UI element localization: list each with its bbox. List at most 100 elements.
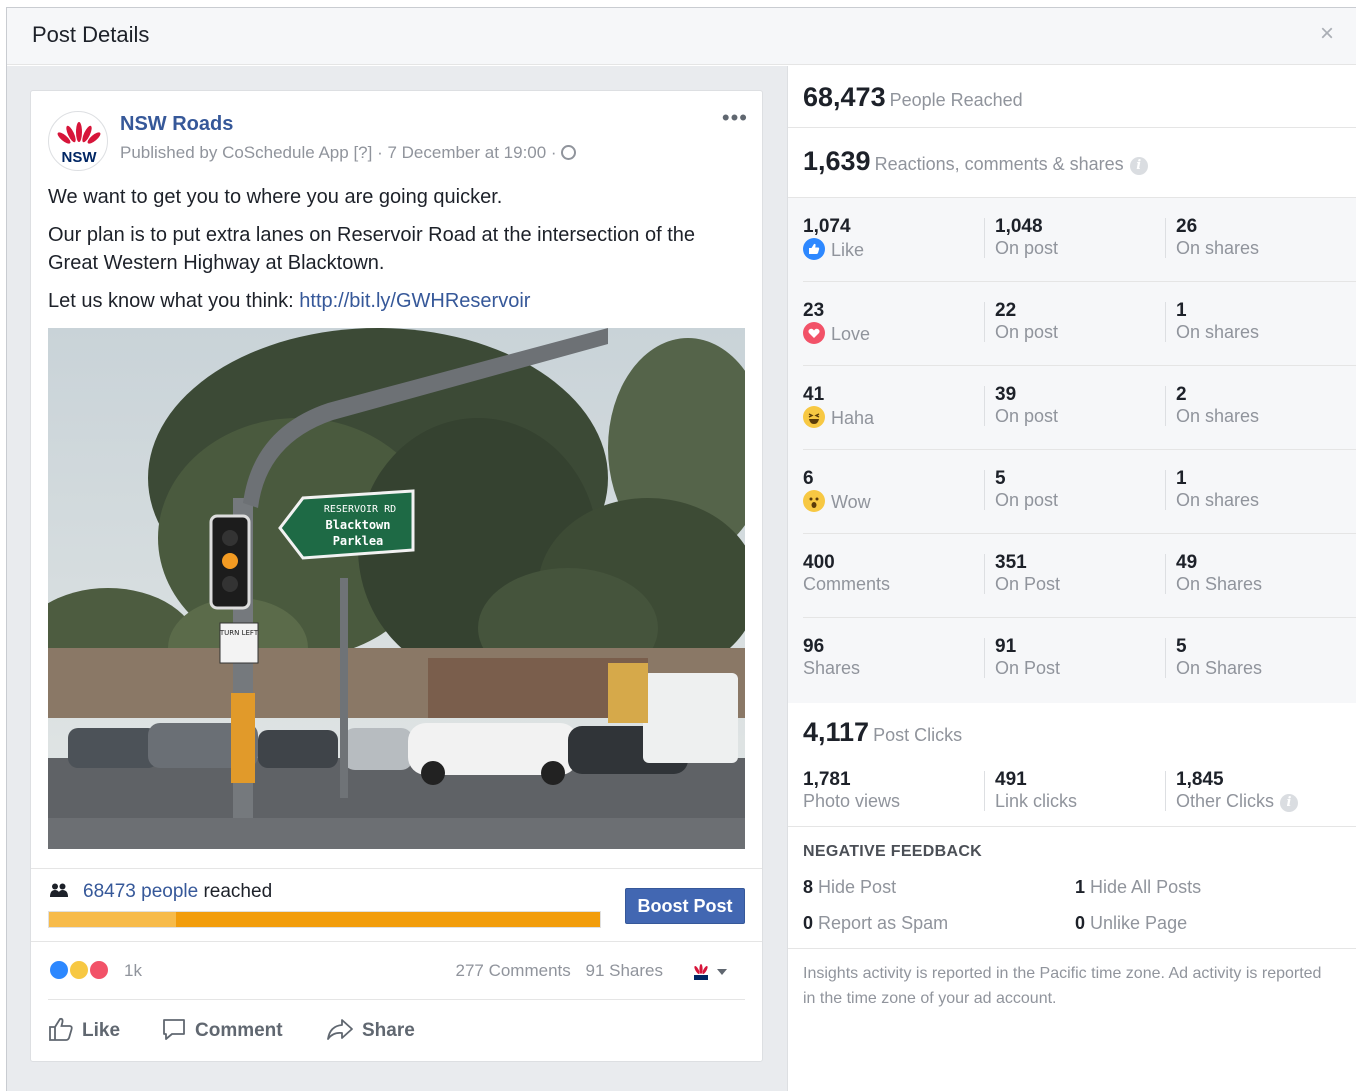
stat-total-value: 6 (803, 468, 814, 489)
column-divider (1165, 386, 1166, 426)
column-divider (1165, 554, 1166, 594)
reach-bar-organic (49, 912, 176, 927)
reach-count-link[interactable]: 68473 people (83, 881, 198, 902)
stat-on-shares-value: 2 (1176, 384, 1187, 405)
engagement-value: 1,639 (803, 146, 871, 176)
stat-on-shares-label: On shares (1176, 322, 1260, 342)
wow-glyph-icon (809, 497, 819, 508)
column-divider (1165, 470, 1166, 510)
boost-post-button[interactable]: Boost Post (625, 888, 745, 924)
stat-total-value: 96 (803, 636, 825, 657)
stat-on-shares: 49 On Shares (1176, 552, 1262, 595)
more-options-icon[interactable]: ••• (722, 105, 748, 131)
column-divider (984, 302, 985, 342)
stat-on-shares-label: On Shares (1176, 658, 1263, 678)
info-icon[interactable]: i (1129, 157, 1148, 175)
shares-count-link[interactable]: 91 Shares (586, 961, 664, 980)
report-spam-stat: 0 Report as Spam (803, 913, 948, 934)
stat-total-value: 23 (803, 300, 825, 321)
haha-icon (803, 406, 825, 428)
stat-on-post-value: 39 (995, 384, 1017, 405)
stat-on-post-value: 22 (995, 300, 1017, 321)
stat-row-love: 23 Love 22 On post 1 On shares (788, 282, 1356, 366)
stat-on-post: 351 On Post (995, 552, 1060, 595)
stat-on-post: 5 On post (995, 468, 1058, 511)
stat-on-shares: 1 On shares (1176, 300, 1259, 343)
people-reached-label: People Reached (889, 90, 1023, 110)
info-icon[interactable]: i (1280, 794, 1299, 812)
close-icon[interactable]: × (1320, 22, 1334, 46)
post-link[interactable]: http://bit.ly/GWHReservoir (299, 290, 530, 312)
sign-line-2: Blacktown (325, 518, 390, 532)
street-photo: TURN LEFT RESERVOIR RD Blacktown Parklea (48, 328, 745, 849)
stat-on-shares: 2 On shares (1176, 384, 1259, 427)
comment-icon (163, 1019, 185, 1040)
avatar-text: NSW (62, 149, 98, 166)
stat-on-post-label: On post (995, 490, 1059, 510)
column-divider (1165, 302, 1166, 342)
negative-feedback-title: NEGATIVE FEEDBACK (803, 843, 983, 860)
stat-on-post-label: On Post (995, 574, 1061, 594)
post-photo[interactable]: TURN LEFT RESERVOIR RD Blacktown Parklea (48, 328, 745, 849)
share-button[interactable]: Share (326, 1016, 415, 1042)
page-selector[interactable] (691, 961, 731, 983)
thumbs-up-icon (49, 1017, 73, 1041)
stat-total: 96 Shares (803, 636, 860, 679)
stat-on-post-value: 5 (995, 468, 1006, 489)
other-clicks-label: Other Clicks (1176, 791, 1275, 811)
like-button-label: Like (82, 1020, 121, 1041)
thumb-glyph-icon (809, 243, 820, 254)
love-icon (88, 959, 110, 981)
stat-on-post-label: On Post (995, 658, 1061, 678)
reach-suffix: reached (203, 881, 273, 902)
stat-total: 23 Love (803, 300, 870, 345)
post-paragraph: Our plan is to put extra lanes on Reserv… (48, 224, 696, 274)
stat-name: Love (831, 324, 871, 344)
link-clicks-value: 491 (995, 769, 1027, 790)
post-paragraph: Let us know what you think: http://bit.l… (48, 287, 738, 315)
stat-on-post: 22 On post (995, 300, 1058, 343)
hide-post-label: Hide Post (818, 877, 897, 897)
share-button-label: Share (362, 1020, 415, 1041)
reaction-count[interactable]: 1k (124, 961, 142, 981)
page-avatar[interactable]: NSW (48, 111, 108, 171)
photo-views-value: 1,781 (803, 769, 851, 790)
like-button[interactable]: Like (48, 1016, 120, 1042)
reach-row: 68473 people reached Boost Post (48, 881, 745, 931)
stat-on-shares: 26 On shares (1176, 216, 1259, 259)
column-divider (984, 218, 985, 258)
heart-glyph-icon (808, 328, 820, 338)
page-name-link[interactable]: NSW Roads (120, 113, 233, 136)
column-divider (1165, 638, 1166, 678)
stat-total-label: Love (803, 322, 870, 345)
stat-on-shares: 1 On shares (1176, 468, 1259, 511)
comments-count-link[interactable]: 277 Comments (455, 961, 570, 980)
stat-on-post-value: 351 (995, 552, 1027, 573)
stat-on-shares-value: 49 (1176, 552, 1198, 573)
stat-on-post-label: On post (995, 406, 1059, 426)
hide-post-value: 8 (803, 877, 814, 897)
stat-name: Shares (803, 658, 861, 678)
stat-total-value: 400 (803, 552, 835, 573)
unlike-label: Unlike Page (1090, 913, 1188, 933)
stat-total-label: Like (803, 238, 864, 261)
engagement-label: Reactions, comments & shares (874, 154, 1124, 174)
hide-all-posts-stat: 1 Hide All Posts (1075, 877, 1201, 898)
column-divider (984, 638, 985, 678)
insights-pane: 68,473 People Reached 1,639 Reactions, com… (787, 66, 1356, 1091)
people-icon (50, 883, 68, 897)
like-icon (48, 959, 70, 981)
stat-on-post: 39 On post (995, 384, 1058, 427)
hide-all-value: 1 (1075, 877, 1086, 897)
other-clicks-label-row: Other Clicks i (1176, 791, 1299, 812)
stat-total: 400 Comments (803, 552, 890, 595)
divider (31, 868, 762, 869)
post-meta-text: Published by CoSchedule App [?] · 7 Dece… (120, 143, 557, 162)
stat-total-label: Haha (803, 406, 874, 429)
stat-row-shares: 96 Shares 91 On Post 5 On Shares (788, 618, 1356, 702)
engagement-breakdown: 1,074 Like 1,048 On post 26 On shares 23 Lov… (788, 198, 1356, 703)
comment-button[interactable]: Comment (161, 1016, 283, 1042)
column-divider (984, 771, 985, 811)
like-icon (803, 238, 825, 260)
post-details-modal: Post Details × NSW NSW Roads Published b (6, 7, 1356, 1091)
